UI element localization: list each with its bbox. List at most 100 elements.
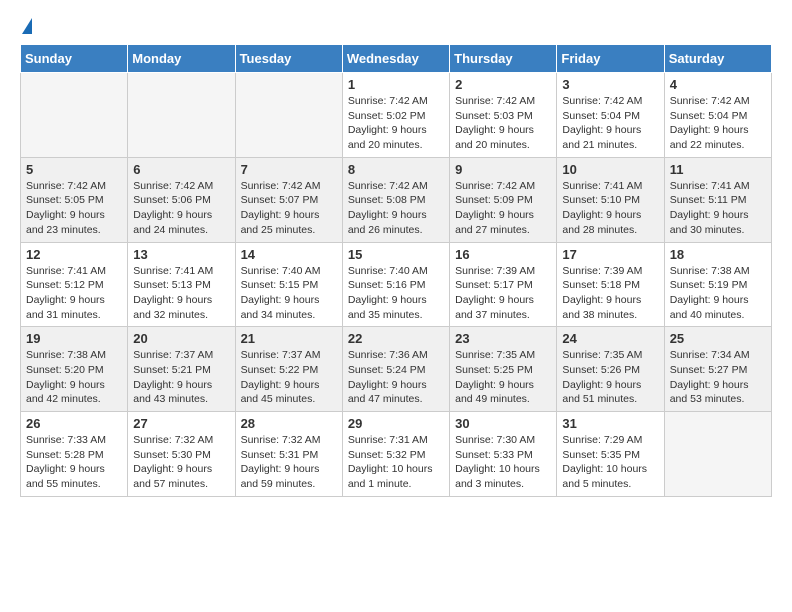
- day-info: Sunrise: 7:39 AM Sunset: 5:18 PM Dayligh…: [562, 264, 658, 323]
- day-number: 26: [26, 416, 122, 431]
- col-header-friday: Friday: [557, 45, 664, 73]
- calendar-cell: 31 Sunrise: 7:29 AM Sunset: 5:35 PM Dayli…: [557, 412, 664, 497]
- logo: [20, 20, 32, 34]
- day-info: Sunrise: 7:34 AM Sunset: 5:27 PM Dayligh…: [670, 348, 766, 407]
- calendar-cell: 27Sunrise: 7:32 AM Sunset: 5:30 PM Dayli…: [128, 412, 235, 497]
- day-number: 6: [133, 162, 229, 177]
- day-info: Sunrise: 7:38 AM Sunset: 5:20 PM Dayligh…: [26, 348, 122, 407]
- day-info: Sunrise: 7:42 AM Sunset: 5:06 PM Dayligh…: [133, 179, 229, 238]
- calendar-cell: 16Sunrise: 7:39 AM Sunset: 5:17 PM Dayli…: [450, 242, 557, 327]
- calendar-cell: [128, 73, 235, 158]
- day-number: 4: [670, 77, 766, 92]
- calendar-cell: 12Sunrise: 7:41 AM Sunset: 5:12 PM Dayli…: [21, 242, 128, 327]
- day-info: Sunrise: 7:35 AM Sunset: 5:26 PM Dayligh…: [562, 348, 658, 407]
- day-number: 3: [562, 77, 658, 92]
- calendar-cell: 25 Sunrise: 7:34 AM Sunset: 5:27 PM Dayli…: [664, 327, 771, 412]
- day-number: 17: [562, 247, 658, 262]
- day-info: Sunrise: 7:42 AM Sunset: 5:03 PM Dayligh…: [455, 94, 551, 153]
- col-header-monday: Monday: [128, 45, 235, 73]
- col-header-saturday: Saturday: [664, 45, 771, 73]
- day-number: 9: [455, 162, 551, 177]
- day-info: Sunrise: 7:42 AM Sunset: 5:04 PM Dayligh…: [562, 94, 658, 153]
- day-info: Sunrise: 7:38 AM Sunset: 5:19 PM Dayligh…: [670, 264, 766, 323]
- calendar-cell: 23 Sunrise: 7:35 AM Sunset: 5:25 PM Dayli…: [450, 327, 557, 412]
- calendar-cell: 14Sunrise: 7:40 AM Sunset: 5:15 PM Dayli…: [235, 242, 342, 327]
- day-number: 1: [348, 77, 444, 92]
- day-number: 10: [562, 162, 658, 177]
- calendar-table: SundayMondayTuesdayWednesdayThursdayFrid…: [20, 44, 772, 497]
- calendar-cell: 18 Sunrise: 7:38 AM Sunset: 5:19 PM Dayli…: [664, 242, 771, 327]
- logo-triangle-icon: [22, 18, 32, 34]
- calendar-cell: 30 Sunrise: 7:30 AM Sunset: 5:33 PM Dayli…: [450, 412, 557, 497]
- col-header-sunday: Sunday: [21, 45, 128, 73]
- day-number: 2: [455, 77, 551, 92]
- calendar-cell: 2 Sunrise: 7:42 AM Sunset: 5:03 PM Daylig…: [450, 73, 557, 158]
- calendar-week-row: 1 Sunrise: 7:42 AM Sunset: 5:02 PM Daylig…: [21, 73, 772, 158]
- day-number: 22: [348, 331, 444, 346]
- col-header-wednesday: Wednesday: [342, 45, 449, 73]
- calendar-cell: 6 Sunrise: 7:42 AM Sunset: 5:06 PM Daylig…: [128, 157, 235, 242]
- day-number: 13: [133, 247, 229, 262]
- day-info: Sunrise: 7:42 AM Sunset: 5:02 PM Dayligh…: [348, 94, 444, 153]
- calendar-cell: 17 Sunrise: 7:39 AM Sunset: 5:18 PM Dayli…: [557, 242, 664, 327]
- day-number: 18: [670, 247, 766, 262]
- day-number: 31: [562, 416, 658, 431]
- day-info: Sunrise: 7:32 AM Sunset: 5:31 PM Dayligh…: [241, 433, 337, 492]
- calendar-cell: 21 Sunrise: 7:37 AM Sunset: 5:22 PM Dayli…: [235, 327, 342, 412]
- day-info: Sunrise: 7:42 AM Sunset: 5:04 PM Dayligh…: [670, 94, 766, 153]
- day-number: 30: [455, 416, 551, 431]
- calendar-cell: 15Sunrise: 7:40 AM Sunset: 5:16 PM Dayli…: [342, 242, 449, 327]
- day-number: 29: [348, 416, 444, 431]
- calendar-cell: 24 Sunrise: 7:35 AM Sunset: 5:26 PM Dayli…: [557, 327, 664, 412]
- day-info: Sunrise: 7:29 AM Sunset: 5:35 PM Dayligh…: [562, 433, 658, 492]
- day-info: Sunrise: 7:37 AM Sunset: 5:22 PM Dayligh…: [241, 348, 337, 407]
- day-info: Sunrise: 7:30 AM Sunset: 5:33 PM Dayligh…: [455, 433, 551, 492]
- day-number: 23: [455, 331, 551, 346]
- calendar-week-row: 26 Sunrise: 7:33 AM Sunset: 5:28 PM Dayli…: [21, 412, 772, 497]
- calendar-cell: 3 Sunrise: 7:42 AM Sunset: 5:04 PM Daylig…: [557, 73, 664, 158]
- calendar-week-row: 19Sunrise: 7:38 AM Sunset: 5:20 PM Dayli…: [21, 327, 772, 412]
- day-number: 24: [562, 331, 658, 346]
- calendar-cell: 8 Sunrise: 7:42 AM Sunset: 5:08 PM Daylig…: [342, 157, 449, 242]
- day-number: 16: [455, 247, 551, 262]
- day-info: Sunrise: 7:32 AM Sunset: 5:30 PM Dayligh…: [133, 433, 229, 492]
- header: [20, 20, 772, 34]
- page: SundayMondayTuesdayWednesdayThursdayFrid…: [0, 0, 792, 507]
- day-info: Sunrise: 7:42 AM Sunset: 5:07 PM Dayligh…: [241, 179, 337, 238]
- day-number: 15: [348, 247, 444, 262]
- calendar-cell: 5Sunrise: 7:42 AM Sunset: 5:05 PM Daylig…: [21, 157, 128, 242]
- calendar-cell: 13 Sunrise: 7:41 AM Sunset: 5:13 PM Dayli…: [128, 242, 235, 327]
- day-info: Sunrise: 7:37 AM Sunset: 5:21 PM Dayligh…: [133, 348, 229, 407]
- calendar-cell: 7 Sunrise: 7:42 AM Sunset: 5:07 PM Daylig…: [235, 157, 342, 242]
- day-info: Sunrise: 7:35 AM Sunset: 5:25 PM Dayligh…: [455, 348, 551, 407]
- calendar-header-row: SundayMondayTuesdayWednesdayThursdayFrid…: [21, 45, 772, 73]
- calendar-cell: 26 Sunrise: 7:33 AM Sunset: 5:28 PM Dayli…: [21, 412, 128, 497]
- day-number: 7: [241, 162, 337, 177]
- calendar-cell: 11Sunrise: 7:41 AM Sunset: 5:11 PM Dayli…: [664, 157, 771, 242]
- day-info: Sunrise: 7:36 AM Sunset: 5:24 PM Dayligh…: [348, 348, 444, 407]
- calendar-cell: 4 Sunrise: 7:42 AM Sunset: 5:04 PM Daylig…: [664, 73, 771, 158]
- day-info: Sunrise: 7:33 AM Sunset: 5:28 PM Dayligh…: [26, 433, 122, 492]
- calendar-cell: [664, 412, 771, 497]
- day-info: Sunrise: 7:41 AM Sunset: 5:10 PM Dayligh…: [562, 179, 658, 238]
- col-header-thursday: Thursday: [450, 45, 557, 73]
- calendar-cell: 22 Sunrise: 7:36 AM Sunset: 5:24 PM Dayli…: [342, 327, 449, 412]
- col-header-tuesday: Tuesday: [235, 45, 342, 73]
- calendar-week-row: 12Sunrise: 7:41 AM Sunset: 5:12 PM Dayli…: [21, 242, 772, 327]
- calendar-cell: 19Sunrise: 7:38 AM Sunset: 5:20 PM Dayli…: [21, 327, 128, 412]
- calendar-cell: [21, 73, 128, 158]
- calendar-cell: [235, 73, 342, 158]
- day-number: 14: [241, 247, 337, 262]
- day-number: 20: [133, 331, 229, 346]
- day-number: 25: [670, 331, 766, 346]
- day-info: Sunrise: 7:41 AM Sunset: 5:12 PM Dayligh…: [26, 264, 122, 323]
- calendar-week-row: 5Sunrise: 7:42 AM Sunset: 5:05 PM Daylig…: [21, 157, 772, 242]
- day-number: 21: [241, 331, 337, 346]
- day-info: Sunrise: 7:42 AM Sunset: 5:08 PM Dayligh…: [348, 179, 444, 238]
- day-info: Sunrise: 7:42 AM Sunset: 5:05 PM Dayligh…: [26, 179, 122, 238]
- day-number: 8: [348, 162, 444, 177]
- day-number: 28: [241, 416, 337, 431]
- day-info: Sunrise: 7:41 AM Sunset: 5:13 PM Dayligh…: [133, 264, 229, 323]
- calendar-cell: 9Sunrise: 7:42 AM Sunset: 5:09 PM Daylig…: [450, 157, 557, 242]
- day-number: 11: [670, 162, 766, 177]
